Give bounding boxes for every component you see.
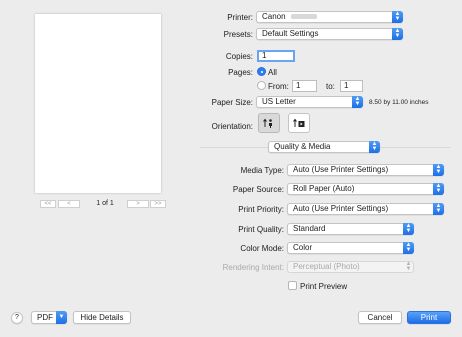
pdf-label: PDF bbox=[37, 313, 53, 322]
color-mode-popup[interactable]: Color ▲ ▼ bbox=[287, 242, 414, 254]
chevron-updown-icon: ▲ ▼ bbox=[433, 203, 444, 215]
paper-source-popup[interactable]: Roll Paper (Auto) ▲ ▼ bbox=[287, 183, 444, 195]
rendering-intent-popup: Perceptual (Photo) ▲ ▼ bbox=[287, 261, 414, 273]
print-priority-value: Auto (Use Printer Settings) bbox=[293, 204, 389, 213]
chevron-updown-icon: ▲ ▼ bbox=[433, 183, 444, 195]
landscape-icon bbox=[293, 118, 305, 127]
panel-selector-popup[interactable]: Quality & Media ▲ ▼ bbox=[268, 141, 380, 153]
media-type-value: Auto (Use Printer Settings) bbox=[293, 165, 389, 174]
pages-all-radio[interactable] bbox=[257, 67, 266, 76]
print-button[interactable]: Print bbox=[407, 311, 451, 324]
chevron-down-icon: ▼ bbox=[56, 311, 67, 324]
pages-to-label: to: bbox=[326, 82, 335, 91]
orientation-portrait-button[interactable] bbox=[258, 113, 280, 133]
chevron-updown-icon: ▲ ▼ bbox=[403, 223, 414, 235]
pages-to-field[interactable]: 1 bbox=[340, 80, 363, 92]
printer-model-redacted bbox=[290, 14, 317, 20]
panel-selector-value: Quality & Media bbox=[274, 142, 331, 151]
chevron-updown-icon: ▲ ▼ bbox=[392, 11, 403, 23]
pdf-menu-button[interactable]: PDF ▼ bbox=[31, 311, 67, 324]
paper-size-label: Paper Size: bbox=[211, 98, 253, 107]
media-type-label: Media Type: bbox=[240, 166, 284, 175]
portrait-icon bbox=[263, 118, 272, 128]
paper-source-label: Paper Source: bbox=[232, 185, 284, 194]
printer-value: Canon bbox=[262, 12, 286, 21]
chevron-updown-icon: ▲ ▼ bbox=[352, 96, 363, 108]
print-quality-label: Print Quality: bbox=[238, 225, 284, 234]
copies-label: Copies: bbox=[225, 52, 253, 61]
chevron-updown-icon: ▲ ▼ bbox=[403, 242, 414, 254]
pages-all-label: All bbox=[268, 68, 277, 77]
last-page-button[interactable]: >> bbox=[150, 200, 166, 208]
print-preview-label: Print Preview bbox=[300, 282, 348, 291]
chevron-updown-icon: ▲ ▼ bbox=[405, 261, 412, 272]
print-quality-value: Standard bbox=[293, 224, 326, 233]
chevron-updown-icon: ▲ ▼ bbox=[369, 141, 380, 153]
help-button[interactable]: ? bbox=[11, 312, 23, 324]
copies-field[interactable]: 1 bbox=[257, 50, 295, 62]
rendering-intent-value: Perceptual (Photo) bbox=[293, 262, 360, 271]
color-mode-value: Color bbox=[293, 243, 313, 252]
pages-from-label: From: bbox=[268, 82, 289, 91]
first-page-button[interactable]: << bbox=[40, 200, 56, 208]
presets-popup[interactable]: Default Settings ▲ ▼ bbox=[256, 28, 403, 40]
presets-value: Default Settings bbox=[262, 29, 319, 38]
print-preview-checkbox[interactable] bbox=[288, 281, 297, 290]
chevron-updown-icon: ▲ ▼ bbox=[392, 28, 403, 40]
orientation-landscape-button[interactable] bbox=[288, 113, 310, 133]
hide-details-button[interactable]: Hide Details bbox=[73, 311, 131, 324]
prev-page-button[interactable]: < bbox=[58, 200, 80, 208]
pages-label: Pages: bbox=[228, 68, 253, 77]
pages-range-radio[interactable] bbox=[257, 81, 266, 90]
paper-size-popup[interactable]: US Letter ▲ ▼ bbox=[256, 96, 363, 108]
print-quality-popup[interactable]: Standard ▲ ▼ bbox=[287, 223, 414, 235]
color-mode-label: Color Mode: bbox=[240, 244, 284, 253]
print-priority-popup[interactable]: Auto (Use Printer Settings) ▲ ▼ bbox=[287, 203, 444, 215]
print-priority-label: Print Priority: bbox=[238, 205, 284, 214]
page-preview bbox=[35, 14, 161, 193]
media-type-popup[interactable]: Auto (Use Printer Settings) ▲ ▼ bbox=[287, 164, 444, 176]
page-counter: 1 of 1 bbox=[96, 200, 114, 207]
printer-popup[interactable]: Canon ▲ ▼ bbox=[256, 11, 403, 23]
paper-source-value: Roll Paper (Auto) bbox=[293, 184, 355, 193]
printer-label: Printer: bbox=[227, 13, 253, 22]
chevron-updown-icon: ▲ ▼ bbox=[433, 164, 444, 176]
rendering-intent-label: Rendering Intent: bbox=[222, 263, 284, 272]
paper-size-value: US Letter bbox=[262, 97, 296, 106]
help-icon: ? bbox=[15, 314, 19, 321]
cancel-button[interactable]: Cancel bbox=[358, 311, 402, 324]
pages-from-field[interactable]: 1 bbox=[292, 80, 317, 92]
presets-label: Presets: bbox=[223, 30, 253, 39]
orientation-label: Orientation: bbox=[211, 122, 253, 131]
paper-dimensions: 8.50 by 11.00 inches bbox=[369, 99, 429, 106]
next-page-button[interactable]: > bbox=[127, 200, 149, 208]
